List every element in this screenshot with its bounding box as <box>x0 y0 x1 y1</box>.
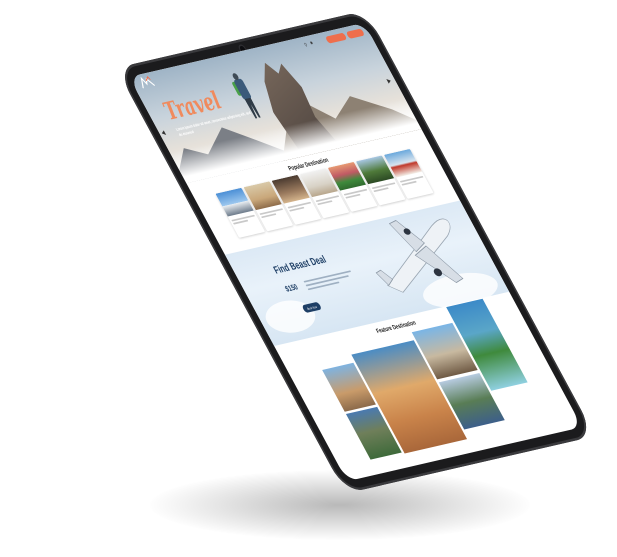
nav-icons: ⚲ ☻ <box>303 41 315 48</box>
logo-icon[interactable] <box>136 75 156 90</box>
arrow-left-icon[interactable]: ◀ <box>160 129 167 137</box>
device-mockup: Travel Lorem ipsum dolor sit amet, conse… <box>0 0 617 557</box>
search-icon[interactable]: ⚲ <box>303 42 309 48</box>
deal-price: $150 <box>283 283 300 295</box>
tablet-screen: Travel Lorem ipsum dolor sit amet, conse… <box>129 22 583 482</box>
arrow-right-icon[interactable]: ▶ <box>385 77 392 85</box>
nav-menu <box>182 67 203 72</box>
tablet-frame: Travel Lorem ipsum dolor sit amet, conse… <box>116 10 596 494</box>
login-button[interactable] <box>324 32 348 44</box>
signup-button[interactable] <box>345 28 366 39</box>
deal-title: Find Beast Deal <box>271 252 329 277</box>
hiker-head <box>231 72 240 81</box>
deal-text <box>303 270 356 292</box>
user-icon[interactable]: ☻ <box>309 41 315 47</box>
